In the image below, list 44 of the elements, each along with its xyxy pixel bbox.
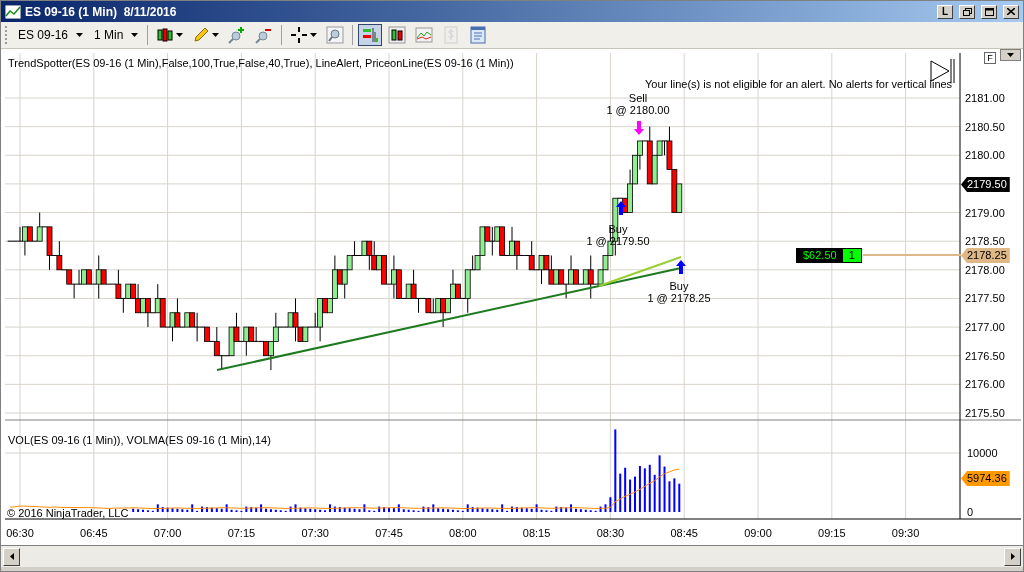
volume-axis-label: 10000 — [967, 447, 998, 459]
position-price-tag: 2178.25 — [961, 248, 1010, 263]
window-title: ES 09-16 (1 Min) 8/11/2016 — [25, 3, 177, 21]
f-button[interactable]: F — [984, 52, 996, 64]
execution-fill: 1 @ 2178.25 — [647, 292, 711, 304]
time-axis-label: 09:15 — [818, 526, 846, 541]
price-axis-label: 2181.00 — [965, 92, 1005, 104]
alert-message: Your line(s) is not eligible for an alert. No alerts for vertical lines — [645, 77, 953, 92]
volma-tag: 5974.36 — [961, 471, 1010, 486]
price-axis-label: 2177.00 — [965, 321, 1005, 334]
last-price-tag: 2179.50 — [961, 177, 1010, 192]
time-axis-label: 07:30 — [301, 526, 329, 541]
time-axis-label: 07:00 — [153, 526, 182, 541]
time-axis-label: 08:45 — [670, 526, 698, 541]
execution-action: Sell — [628, 92, 648, 104]
time-axis-label: 06:45 — [80, 526, 108, 541]
price-axis-label: 2180.00 — [965, 149, 1005, 162]
price-axis-label: 2179.00 — [965, 206, 1005, 219]
time-axis-label: 09:00 — [744, 526, 772, 541]
pnl-value: $62.50 — [802, 249, 838, 262]
time-axis-label: 08:30 — [596, 526, 625, 541]
interval-dropdown[interactable]: 1 Min — [90, 26, 143, 44]
copyright-text: © 2016 NinjaTrader, LLC — [7, 506, 129, 521]
instrument-dropdown[interactable]: ES 09-16 — [14, 26, 88, 44]
time-axis-label: 08:00 — [449, 526, 477, 541]
price-axis-label: 2176.00 — [965, 378, 1005, 391]
execution-fill: 1 @ 2180.00 — [606, 104, 670, 116]
time-axis-label: 09:30 — [891, 526, 920, 541]
price-axis-label: 2178.00 — [965, 263, 1005, 276]
time-axis-label: 07:15 — [227, 526, 256, 541]
indicator-label: TrendSpotter(ES 09-16 (1 Min),False,100,True,False,40,True), LineAlert, PriceonLine(ES 09-16 (1 Min)) — [8, 56, 514, 71]
price-axis-label: 2180.50 — [965, 120, 1005, 133]
link-button[interactable]: L — [937, 4, 953, 19]
price-axis-label: 2175.50 — [965, 407, 1005, 419]
volume-label: VOL(ES 09-16 (1 Min)), VOLMA(ES 09-16 (1 Min),14) — [8, 433, 271, 448]
time-axis-label: 07:45 — [375, 526, 403, 541]
position-quantity: 1 — [842, 249, 861, 262]
time-axis-label: 06:30 — [6, 526, 34, 541]
volume-axis-label: 0 — [967, 506, 974, 518]
execution-action: Buy — [669, 280, 689, 292]
price-axis-label: 2178.50 — [965, 235, 1005, 248]
price-axis-label: 2177.50 — [965, 292, 1005, 305]
time-axis-label: 08:15 — [522, 526, 551, 541]
price-axis-label: 2176.50 — [965, 349, 1005, 362]
